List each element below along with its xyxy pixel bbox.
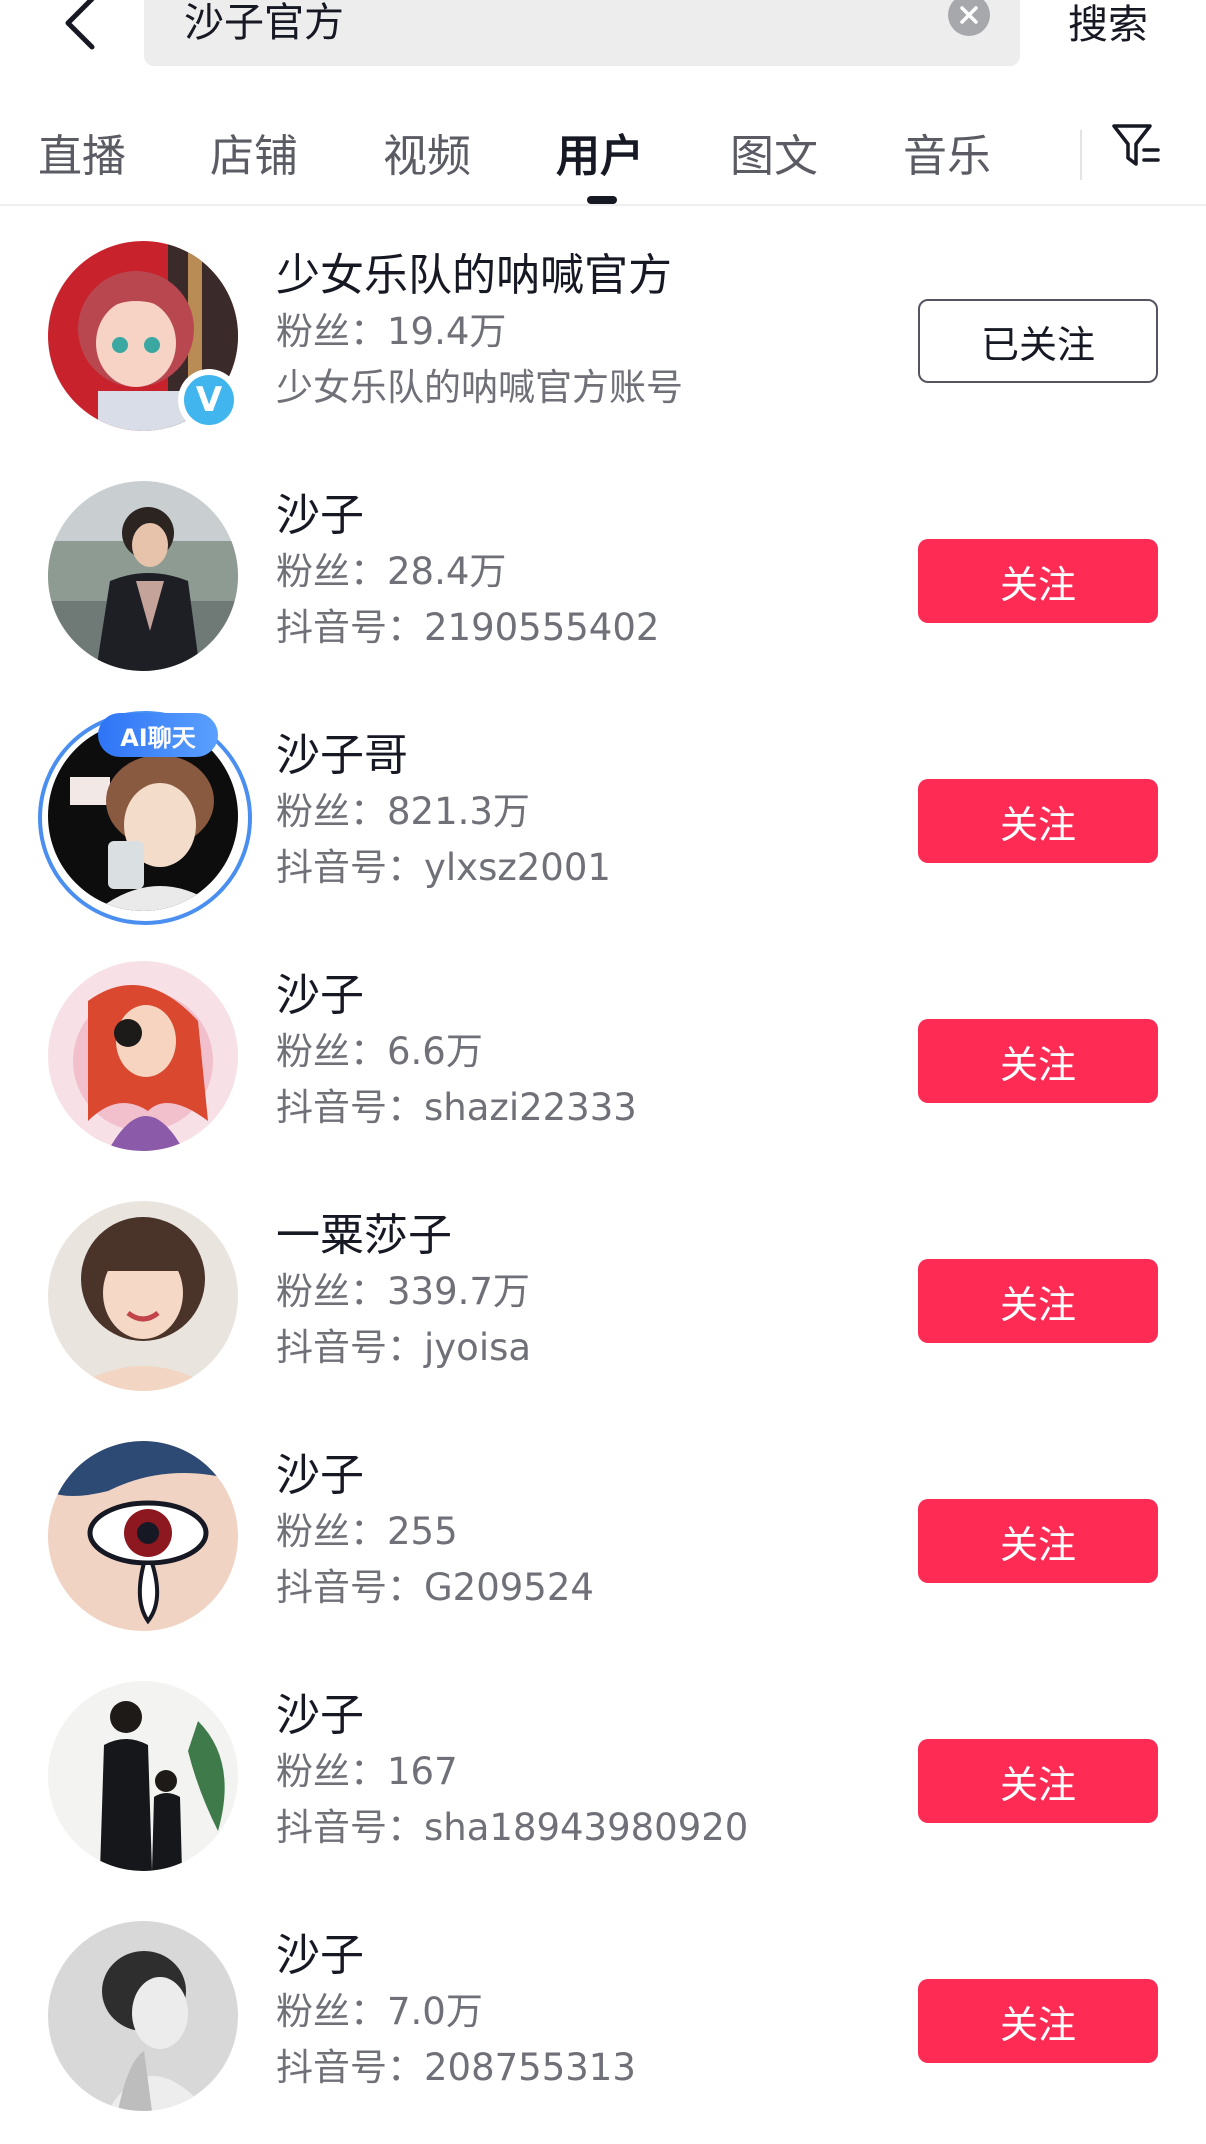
- user-info: 一粟莎子 粉丝：339.7万 抖音号：jyoisa: [276, 1208, 896, 1376]
- user-avatar-image: [48, 1921, 238, 2111]
- follow-button[interactable]: 关注: [918, 1739, 1158, 1823]
- user-name: 沙子: [276, 1690, 364, 1741]
- user-douyin-id: 抖音号：G209524: [276, 1566, 594, 1609]
- user-name: 沙子哥: [276, 730, 408, 781]
- search-query-text: 沙子官方: [184, 0, 344, 46]
- user-info: 沙子 粉丝：255 抖音号：G209524: [276, 1448, 896, 1616]
- user-name: 沙子: [276, 970, 364, 1021]
- search-header: 沙子官方 搜索: [0, 0, 1206, 70]
- tab-divider: [1080, 130, 1082, 180]
- user-row[interactable]: 沙子 粉丝：6.6万 抖音号：shazi22333 关注: [0, 926, 1206, 1166]
- tab-videos[interactable]: 视频: [383, 120, 471, 184]
- tab-live[interactable]: 直播: [38, 120, 126, 184]
- search-input[interactable]: 沙子官方: [144, 0, 1020, 66]
- user-avatar-image: [48, 1441, 238, 1631]
- user-douyin-id: 抖音号：shazi22333: [276, 1086, 637, 1129]
- chevron-left-icon: [65, 0, 95, 50]
- user-description: 少女乐队的呐喊官方账号: [276, 366, 683, 409]
- user-fans-count: 粉丝：167: [276, 1750, 458, 1793]
- user-douyin-id: 抖音号：ylxsz2001: [276, 846, 611, 889]
- avatar[interactable]: [48, 961, 238, 1151]
- user-fans-count: 粉丝：19.4万: [276, 310, 507, 353]
- user-fans-count: 粉丝：255: [276, 1510, 458, 1553]
- user-row[interactable]: 一粟莎子 粉丝：339.7万 抖音号：jyoisa 关注: [0, 1166, 1206, 1406]
- user-douyin-id: 抖音号：2190555402: [276, 606, 660, 649]
- user-info: 沙子 粉丝：6.6万 抖音号：shazi22333: [276, 968, 896, 1136]
- user-avatar-image: [48, 961, 238, 1151]
- user-name: 沙子: [276, 1450, 364, 1501]
- filter-icon: [1112, 124, 1160, 166]
- avatar[interactable]: [48, 1681, 238, 1871]
- follow-button[interactable]: 关注: [918, 1019, 1158, 1103]
- search-category-tabs: 直播 店铺 视频 用户 图文 音乐: [0, 100, 1206, 206]
- user-name: 少女乐队的呐喊官方: [276, 250, 672, 301]
- user-row[interactable]: AI聊天 沙子哥 粉丝：821.3万 抖音号：ylxsz2001 关注: [0, 686, 1206, 926]
- user-info: 少女乐队的呐喊官方 粉丝：19.4万 少女乐队的呐喊官方账号: [276, 248, 896, 416]
- user-avatar-image: [48, 1201, 238, 1391]
- follow-button[interactable]: 关注: [918, 1259, 1158, 1343]
- tab-shops[interactable]: 店铺: [210, 120, 298, 184]
- follow-button[interactable]: 关注: [918, 539, 1158, 623]
- avatar[interactable]: AI聊天: [38, 711, 252, 925]
- user-info: 沙子 粉丝：28.4万 抖音号：2190555402: [276, 488, 896, 656]
- follow-button[interactable]: 关注: [918, 1979, 1158, 2063]
- user-row[interactable]: 沙子 粉丝：7.0万 抖音号：208755313 关注: [0, 1886, 1206, 2126]
- user-name: 一粟莎子: [276, 1210, 452, 1261]
- ai-chat-badge: AI聊天: [98, 713, 218, 757]
- user-fans-count: 粉丝：7.0万: [276, 1990, 483, 2033]
- user-douyin-id: 抖音号：jyoisa: [276, 1326, 532, 1369]
- active-tab-indicator: [587, 196, 617, 204]
- user-fans-count: 粉丝：28.4万: [276, 550, 507, 593]
- avatar[interactable]: V: [48, 241, 240, 431]
- user-douyin-id: 抖音号：sha18943980920: [276, 1806, 749, 1849]
- user-row[interactable]: 沙子 粉丝：167 抖音号：sha18943980920 关注: [0, 1646, 1206, 1886]
- user-douyin-id: 抖音号：208755313: [276, 2046, 636, 2089]
- search-button[interactable]: 搜索: [1068, 0, 1148, 50]
- user-name: 沙子: [276, 1930, 364, 1981]
- verified-v-icon: V: [184, 375, 234, 425]
- tab-users[interactable]: 用户: [556, 120, 644, 184]
- followed-button[interactable]: 已关注: [918, 299, 1158, 383]
- follow-button[interactable]: 关注: [918, 1499, 1158, 1583]
- user-info: 沙子哥 粉丝：821.3万 抖音号：ylxsz2001: [276, 728, 896, 896]
- user-fans-count: 粉丝：339.7万: [276, 1270, 530, 1313]
- user-info: 沙子 粉丝：7.0万 抖音号：208755313: [276, 1928, 896, 2096]
- tab-music[interactable]: 音乐: [903, 120, 991, 184]
- back-button[interactable]: [50, 0, 110, 58]
- user-info: 沙子 粉丝：167 抖音号：sha18943980920: [276, 1688, 896, 1856]
- avatar[interactable]: [48, 481, 238, 671]
- clear-search-button[interactable]: [948, 0, 990, 36]
- close-icon: [960, 6, 978, 24]
- avatar[interactable]: [48, 1921, 238, 2111]
- filter-button[interactable]: [1106, 116, 1166, 176]
- user-row[interactable]: 沙子 粉丝：28.4万 抖音号：2190555402 关注: [0, 446, 1206, 686]
- user-fans-count: 粉丝：821.3万: [276, 790, 530, 833]
- user-avatar-image: [48, 481, 238, 671]
- user-name: 沙子: [276, 490, 364, 541]
- user-row[interactable]: V 少女乐队的呐喊官方 粉丝：19.4万 少女乐队的呐喊官方账号 已关注: [0, 206, 1206, 446]
- avatar[interactable]: [48, 1201, 238, 1391]
- user-row[interactable]: 沙子 粉丝：255 抖音号：G209524 关注: [0, 1406, 1206, 1646]
- avatar[interactable]: [48, 1441, 238, 1631]
- follow-button[interactable]: 关注: [918, 779, 1158, 863]
- user-avatar-image: [48, 1681, 238, 1871]
- user-fans-count: 粉丝：6.6万: [276, 1030, 483, 1073]
- verified-badge: V: [178, 369, 240, 431]
- tab-image-text[interactable]: 图文: [730, 120, 818, 184]
